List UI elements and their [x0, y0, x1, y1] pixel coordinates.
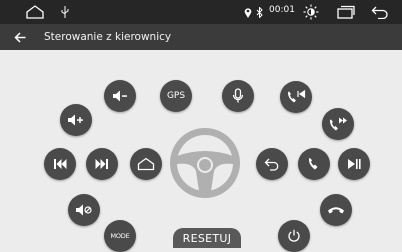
phone-next-button[interactable] [322, 108, 354, 140]
home-outline-icon [137, 157, 155, 171]
microphone-icon [232, 88, 244, 103]
page-title: Sterowanie z kierownicy [44, 31, 172, 43]
power-button[interactable] [278, 220, 310, 252]
previous-track-button[interactable] [44, 148, 76, 180]
answer-call-button[interactable] [298, 148, 330, 180]
volume-up-icon [68, 114, 83, 126]
voice-button[interactable] [222, 80, 254, 112]
back-icon[interactable] [370, 0, 390, 24]
phone-previous-button[interactable] [280, 81, 312, 113]
phone-next-icon [329, 117, 347, 131]
back-button[interactable] [256, 148, 288, 180]
steering-wheel-image [166, 124, 244, 202]
end-call-button[interactable] [320, 194, 352, 226]
play-pause-icon [348, 159, 361, 169]
mute-button[interactable] [68, 194, 100, 226]
phone-icon [308, 158, 318, 170]
gps-button[interactable]: GPS [160, 80, 192, 112]
reset-button[interactable]: RESETUJ [173, 228, 241, 248]
usb-icon [58, 0, 72, 24]
volume-up-button[interactable] [60, 104, 92, 136]
brightness-icon[interactable] [302, 0, 320, 24]
gps-label: GPS [166, 91, 186, 101]
bluetooth-icon [254, 0, 264, 24]
recent-apps-icon[interactable] [336, 0, 356, 24]
volume-down-button[interactable] [104, 80, 136, 112]
title-bar: Sterowanie z kierownicy [0, 24, 402, 50]
steering-wheel-icon [170, 128, 240, 198]
volume-down-icon [113, 90, 127, 102]
clock: 00:01 [269, 5, 295, 15]
play-pause-button[interactable] [338, 148, 370, 180]
mode-label: MODE [110, 232, 130, 240]
phone-previous-icon [287, 89, 306, 103]
next-track-icon [95, 159, 108, 169]
next-track-button[interactable] [86, 148, 118, 180]
status-bar: 00:01 [0, 0, 402, 24]
mute-icon [76, 204, 92, 216]
previous-track-icon [54, 159, 67, 169]
back-arrow-icon[interactable] [8, 24, 32, 50]
power-icon [288, 229, 300, 242]
home-icon[interactable] [24, 0, 46, 24]
home-button[interactable] [130, 148, 162, 180]
hang-up-icon [328, 207, 344, 214]
location-icon [242, 0, 254, 24]
mode-button[interactable]: MODE [104, 220, 136, 252]
return-icon [264, 158, 279, 171]
